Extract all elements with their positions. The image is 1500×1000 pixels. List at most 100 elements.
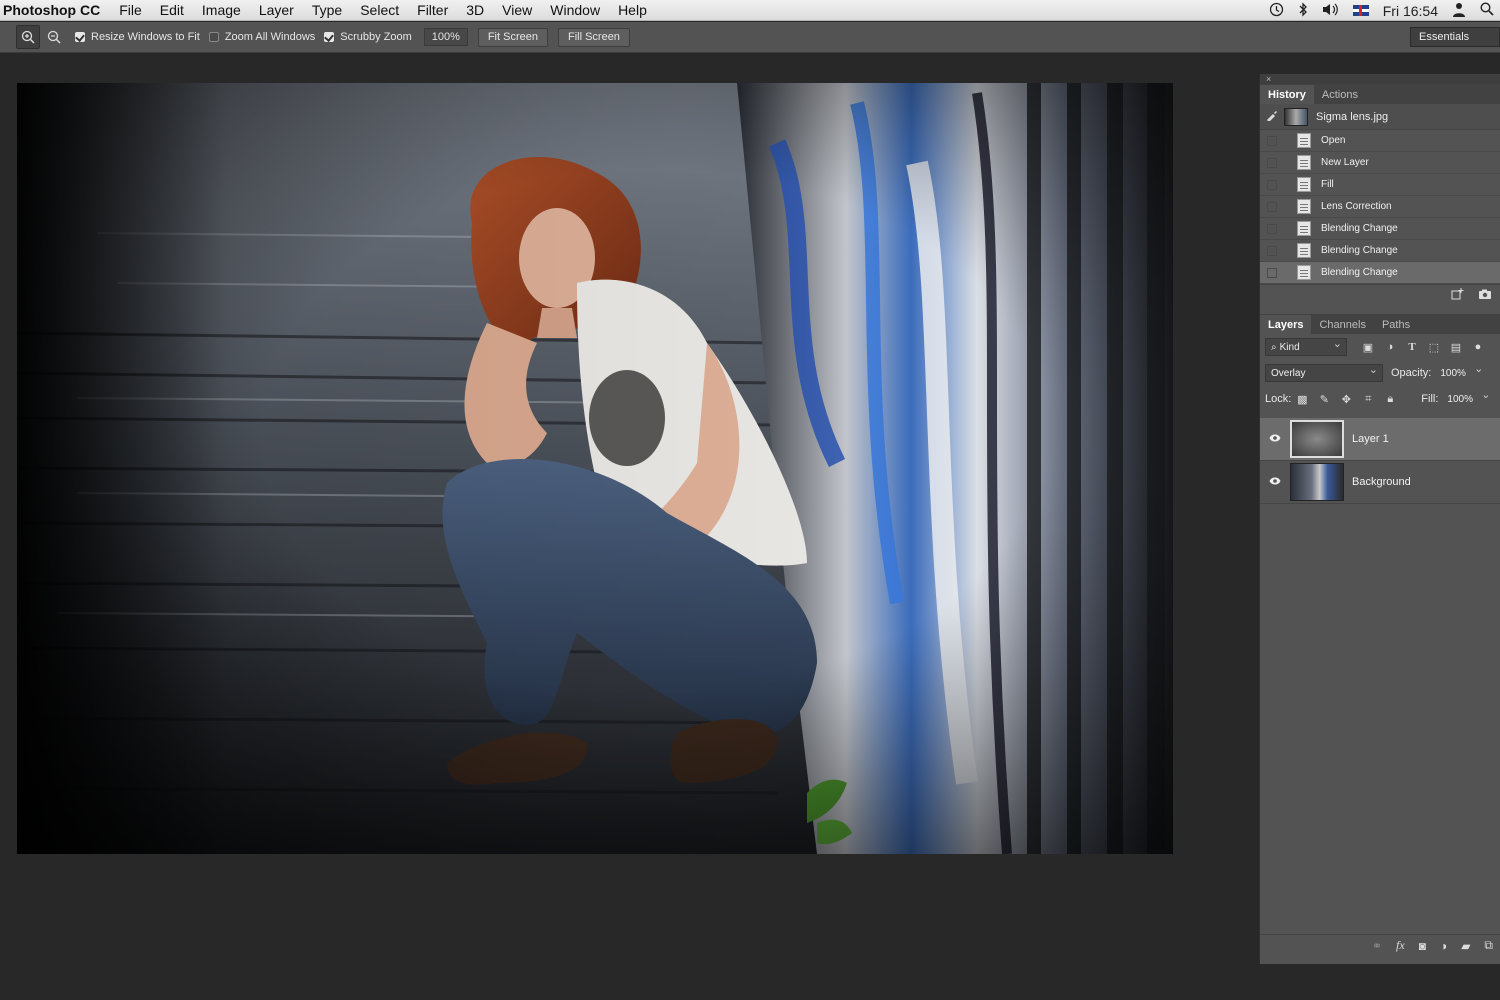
history-state[interactable]: Lens Correction [1260,196,1500,218]
history-footer [1260,284,1500,306]
history-state[interactable]: Blending Change [1260,240,1500,262]
lock-all-icon[interactable]: 🔒︎ [1379,393,1401,406]
history-source-toggle[interactable] [1267,245,1277,256]
smart-object-filter-icon[interactable]: ▤ [1445,341,1467,354]
layers-tabbar: Layers Channels Paths [1260,314,1500,334]
lock-image-pixels-icon[interactable]: ✎ [1313,393,1335,406]
fill-screen-button[interactable]: Fill Screen [557,27,630,47]
lock-position-icon[interactable]: ✥ [1335,393,1357,406]
new-document-from-state-icon[interactable] [1451,288,1464,303]
status-menu-area: Fri 16:54 [1269,0,1494,21]
panel-close-icon[interactable]: × [1260,74,1500,84]
history-state-label: Open [1321,135,1346,146]
history-state-icon [1297,133,1311,148]
menu-bar: Photoshop CC File Edit Image Layer Type … [0,0,1500,21]
menu-3d[interactable]: 3D [457,2,493,18]
history-state[interactable]: Blending Change [1260,218,1500,240]
eye-visibility-icon[interactable] [1260,476,1290,488]
fit-screen-button[interactable]: Fit Screen [477,27,548,47]
layer-row-background[interactable]: Background [1260,461,1500,504]
history-source-toggle[interactable] [1267,179,1277,190]
document-image[interactable] [17,83,1173,854]
workspace-switcher[interactable]: Essentials [1410,27,1500,47]
history-state[interactable]: Open [1260,130,1500,152]
scrubby-zoom-checkbox[interactable]: Scrubby Zoom [324,31,412,43]
type-layer-filter-icon[interactable]: T [1401,341,1423,353]
history-source-toggle[interactable] [1267,201,1277,212]
menu-file[interactable]: File [110,2,151,18]
tab-history[interactable]: History [1260,85,1314,104]
history-source-toggle[interactable] [1267,157,1277,168]
menubar-clock[interactable]: Fri 16:54 [1383,3,1438,19]
menu-layer[interactable]: Layer [250,2,303,18]
menu-filter[interactable]: Filter [408,2,457,18]
new-layer-icon[interactable]: ⧉ [1484,938,1493,953]
menu-select[interactable]: Select [351,2,408,18]
history-snapshot[interactable]: Sigma lens.jpg [1260,104,1500,130]
zoom-out-icon[interactable] [42,25,66,49]
menu-type[interactable]: Type [303,2,351,18]
bluetooth-icon[interactable] [1298,1,1308,20]
user-icon[interactable] [1452,2,1466,20]
zoom-all-windows-checkbox[interactable]: Zoom All Windows [208,31,316,43]
pixel-layer-filter-icon[interactable]: ▣ [1357,341,1379,354]
history-brush-icon [1266,109,1280,124]
spotlight-search-icon[interactable] [1480,2,1494,19]
resize-windows-checkbox[interactable]: Resize Windows to Fit [75,31,200,43]
layer-name[interactable]: Layer 1 [1352,433,1389,445]
history-state-icon [1297,243,1311,258]
zoom-percent-field[interactable]: 100% [423,28,468,46]
blend-mode-dropdown[interactable]: Overlay [1265,363,1383,382]
history-state-icon [1297,177,1311,192]
snapshot-thumbnail [1284,107,1308,126]
zoom-all-windows-label: Zoom All Windows [224,31,316,43]
time-machine-icon[interactable] [1269,2,1284,20]
document-canvas-area[interactable] [0,54,1258,1000]
new-group-folder-icon[interactable]: ▰ [1461,939,1470,953]
history-state-label: Blending Change [1321,245,1398,256]
layer-filter-kind-dropdown[interactable]: ⌕ Kind [1265,337,1347,356]
lock-transparent-pixels-icon[interactable]: ▩ [1291,393,1313,406]
menu-image[interactable]: Image [193,2,250,18]
history-tabbar: History Actions [1260,84,1500,104]
menu-help[interactable]: Help [609,2,656,18]
filter-toggle-icon[interactable]: ● [1467,341,1489,353]
shape-layer-filter-icon[interactable]: ⬚ [1423,341,1445,354]
app-name-menu[interactable]: Photoshop CC [0,2,110,18]
history-source-toggle[interactable] [1267,267,1277,278]
fx-layer-style-icon[interactable]: fx [1396,938,1405,953]
search-icon: ⌕ [1271,341,1277,353]
lock-artboard-icon[interactable]: ⌗ [1357,393,1379,406]
layer-name[interactable]: Background [1352,476,1411,488]
tab-paths[interactable]: Paths [1374,315,1418,334]
menu-edit[interactable]: Edit [151,2,193,18]
opacity-field[interactable]: 100% [1435,362,1487,382]
volume-icon[interactable] [1322,3,1339,19]
tab-layers[interactable]: Layers [1260,315,1312,334]
tab-actions[interactable]: Actions [1314,85,1366,104]
camera-snapshot-icon[interactable] [1478,289,1492,303]
new-adjustment-layer-icon[interactable]: ◑ [1440,939,1447,953]
history-state-selected[interactable]: Blending Change [1260,262,1500,284]
fill-field[interactable]: 100% [1442,388,1494,408]
zoom-in-icon[interactable] [16,25,40,49]
history-states-list: Open New Layer Fill Lens Correction Blen… [1260,130,1500,284]
add-mask-icon[interactable]: ◙ [1419,939,1426,953]
history-state[interactable]: New Layer [1260,152,1500,174]
history-source-toggle[interactable] [1267,223,1277,234]
history-state-icon [1297,221,1311,236]
history-source-toggle[interactable] [1267,135,1277,146]
blend-mode-row: Overlay Opacity: 100% [1260,360,1500,386]
menu-window[interactable]: Window [541,2,609,18]
input-source-flag-icon[interactable] [1352,5,1369,16]
scrubby-zoom-label: Scrubby Zoom [340,31,412,43]
link-layers-icon[interactable]: ⚭ [1372,939,1382,953]
lock-label: Lock: [1265,393,1292,405]
adjustment-layer-filter-icon[interactable]: ◑ [1379,341,1401,353]
tab-channels[interactable]: Channels [1311,315,1373,334]
layer-row-layer-1[interactable]: Layer 1 [1260,418,1500,461]
history-state[interactable]: Fill [1260,174,1500,196]
eye-visibility-icon[interactable] [1260,433,1290,445]
layer-filter-kind-value: Kind [1279,341,1300,353]
menu-view[interactable]: View [493,2,541,18]
